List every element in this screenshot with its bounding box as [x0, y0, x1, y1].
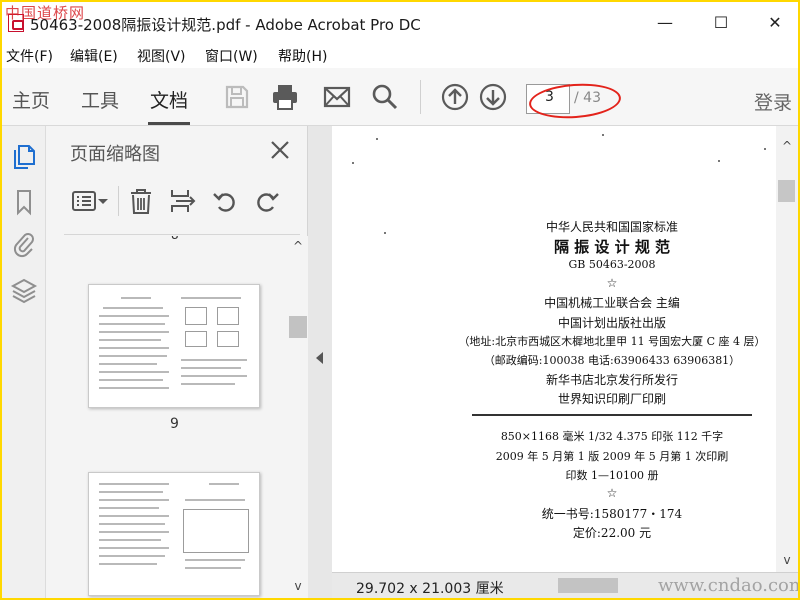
- bookmarks-icon[interactable]: [10, 188, 38, 216]
- doc-scroll-thumb[interactable]: [778, 180, 795, 202]
- menu-file[interactable]: 文件(F): [6, 46, 53, 66]
- doc-distributor: 新华书店北京发行所发行: [545, 373, 678, 387]
- page-thumbnails-panel: 页面缩略图 9 ^ v: [46, 126, 308, 598]
- page-thumbnails-icon[interactable]: [10, 142, 38, 170]
- layers-icon[interactable]: [10, 276, 38, 304]
- thumbnails-panel-title: 页面缩略图: [70, 144, 160, 165]
- save-icon[interactable]: [222, 82, 252, 112]
- thumbnail-scrollbar[interactable]: ^ v: [288, 236, 308, 598]
- navigation-rail: [2, 126, 46, 598]
- thumbnail-page-number: 9: [170, 416, 179, 432]
- thumbnail-scroll-thumb[interactable]: [289, 316, 307, 338]
- doc-postal-phone: （邮政编码:100038 电话:63906433 63906381）: [483, 354, 741, 367]
- scroll-down-arrow[interactable]: v: [292, 580, 304, 592]
- thumbnail-page-9[interactable]: [88, 284, 260, 408]
- document-vertical-scrollbar[interactable]: ^ v: [776, 126, 798, 572]
- delete-icon[interactable]: [126, 186, 156, 216]
- thumbnail-page-10[interactable]: [88, 472, 260, 596]
- doc-book-number: 统一书号:1580177・174: [541, 507, 683, 521]
- close-window-button[interactable]: ✕: [764, 12, 786, 34]
- doc-rule-top: [472, 414, 752, 416]
- page-down-icon[interactable]: [478, 82, 508, 112]
- tab-home[interactable]: 主页: [12, 86, 50, 113]
- tab-tools[interactable]: 工具: [81, 86, 119, 113]
- toolbar: 主页 工具 文档 3 / 43 登录: [2, 68, 798, 126]
- doc-price: 定价:22.00 元: [572, 526, 652, 540]
- doc-national-standard: 中华人民共和国国家标准: [545, 220, 678, 234]
- doc-format: 850×1168 毫米 1/32 4.375 印张 112 千字: [500, 430, 724, 443]
- extract-icon[interactable]: [168, 186, 198, 216]
- close-icon[interactable]: [268, 138, 292, 162]
- thumbnail-toolbar-divider: [64, 234, 300, 235]
- doc-title: 隔 振 设 计 规 范: [553, 238, 671, 256]
- doc-scroll-down-arrow[interactable]: v: [781, 554, 793, 566]
- doc-scroll-up-arrow[interactable]: ^: [781, 140, 793, 152]
- page-size-readout: 29.702 x 21.003 厘米: [356, 581, 504, 597]
- doc-editor: 中国机械工业联合会 主编: [544, 296, 680, 310]
- doc-star-2: ☆: [606, 486, 618, 500]
- doc-address: （地址:北京市西城区木樨地北里甲 11 号国宏大厦 C 座 4 层）: [458, 335, 766, 348]
- title-bar: 中国道桥网 50463-2008隔振设计规范.pdf - Adobe Acrob…: [2, 2, 798, 42]
- horizontal-scroll-thumb[interactable]: [558, 578, 618, 593]
- doc-edition: 2009 年 5 月第 1 版 2009 年 5 月第 1 次印刷: [495, 450, 729, 463]
- maximize-button[interactable]: ☐: [710, 12, 732, 34]
- menu-help[interactable]: 帮助(H): [278, 46, 327, 66]
- doc-print-count: 印数 1—10100 册: [565, 469, 659, 482]
- thumbnail-list: 8: [46, 236, 288, 598]
- doc-publisher: 中国计划出版社出版: [557, 316, 666, 330]
- watermark-site: www.cndao.com: [658, 575, 798, 596]
- document-page: 中华人民共和国国家标准 隔 振 设 计 规 范 GB 50463-2008 ☆ …: [332, 126, 776, 572]
- search-icon[interactable]: [370, 82, 400, 112]
- thumbnail-toolbar: [70, 186, 310, 222]
- window-title: 50463-2008隔振设计规范.pdf - Adobe Acrobat Pro…: [30, 16, 421, 34]
- rotate-cw-icon[interactable]: [252, 186, 282, 216]
- current-page-input[interactable]: 3: [526, 84, 570, 114]
- menu-edit[interactable]: 编辑(E): [70, 46, 118, 66]
- toolbar-separator: [420, 80, 421, 114]
- acrobat-window: 中国道桥网 50463-2008隔振设计规范.pdf - Adobe Acrob…: [2, 2, 798, 598]
- rotate-ccw-icon[interactable]: [210, 186, 240, 216]
- status-bar: 29.702 x 21.003 厘米 www.cndao.com: [332, 572, 798, 598]
- thumbnail-toolbar-separator: [118, 186, 119, 216]
- collapse-left-icon[interactable]: [316, 352, 323, 364]
- doc-standard-number: GB 50463-2008: [568, 258, 656, 271]
- document-view[interactable]: 中华人民共和国国家标准 隔 振 设 计 规 范 GB 50463-2008 ☆ …: [332, 126, 798, 598]
- panel-collapse-handle[interactable]: [308, 126, 332, 598]
- attachments-icon[interactable]: [10, 230, 38, 258]
- login-button[interactable]: 登录: [754, 88, 792, 115]
- tab-document[interactable]: 文档: [147, 86, 191, 125]
- print-icon[interactable]: [270, 82, 300, 112]
- scroll-up-arrow[interactable]: ^: [292, 240, 304, 252]
- menu-window[interactable]: 窗口(W): [205, 46, 258, 66]
- dropdown-icon[interactable]: [96, 186, 110, 216]
- minimize-button[interactable]: —: [654, 12, 676, 34]
- doc-star-1: ☆: [606, 276, 618, 290]
- page-total: / 43: [574, 90, 601, 106]
- email-icon[interactable]: [322, 82, 352, 112]
- doc-printer: 世界知识印刷厂印刷: [557, 392, 666, 406]
- page-up-icon[interactable]: [440, 82, 470, 112]
- menu-view[interactable]: 视图(V): [137, 46, 186, 66]
- menu-bar: 文件(F) 编辑(E) 视图(V) 窗口(W) 帮助(H): [2, 42, 798, 68]
- thumbnail-prev-page-number: 8: [171, 236, 179, 242]
